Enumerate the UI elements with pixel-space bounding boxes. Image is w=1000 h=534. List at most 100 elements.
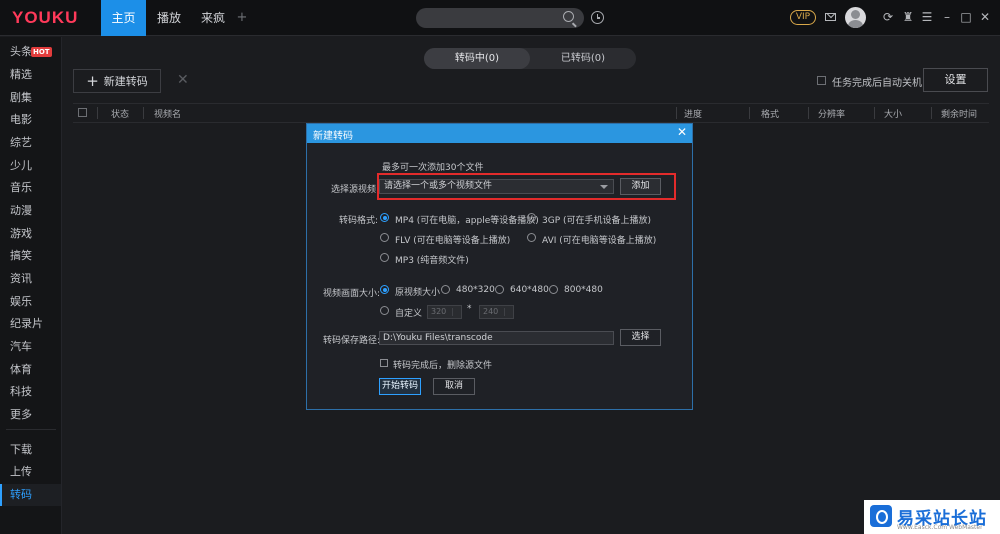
sidebar-item-transcode[interactable]: 转码 — [0, 484, 61, 506]
source-video-label: 选择源视频: — [331, 185, 380, 195]
sidebar-item-tech[interactable]: 科技 — [0, 381, 61, 403]
tab-converted[interactable]: 已转码(0) — [530, 48, 636, 69]
column-status[interactable]: 状态 — [111, 107, 129, 120]
new-transcode-label: 新建转码 — [103, 75, 148, 88]
column-video-name[interactable]: 视频名 — [154, 107, 181, 120]
delete-task-icon[interactable]: ✕ — [177, 72, 189, 88]
sidebar-item-variety[interactable]: 综艺 — [0, 132, 61, 154]
size-radio-custom[interactable] — [380, 306, 389, 315]
sidebar-item-music[interactable]: 音乐 — [0, 177, 61, 199]
custom-height-stepper[interactable]: 240 — [479, 305, 514, 319]
column-size[interactable]: 大小 — [884, 107, 902, 120]
column-divider — [931, 107, 932, 119]
add-tab-icon[interactable]: + — [235, 0, 249, 36]
browse-path-button[interactable]: 选择 — [620, 329, 661, 346]
sidebar-item-documentary[interactable]: 纪录片 — [0, 313, 61, 335]
new-transcode-dialog: 新建转码 ✕ 最多可一次添加30个文件 选择源视频: 请选择一个或多个视频文件 … — [306, 123, 693, 410]
sidebar-item-sports[interactable]: 体育 — [0, 359, 61, 381]
sidebar-divider — [6, 429, 56, 430]
column-divider — [808, 107, 809, 119]
column-divider — [749, 107, 750, 119]
custom-width-stepper[interactable]: 320 — [427, 305, 462, 319]
site-watermark-logo: 易采站长站 Www.Easck.Com WebMaster — [864, 500, 1000, 534]
format-option-avi[interactable]: AVI (可在电脑等设备上播放) — [542, 233, 656, 246]
column-resolution[interactable]: 分辨率 — [818, 107, 845, 120]
auto-shutdown-checkbox[interactable] — [817, 76, 826, 85]
sidebar-item-label: 头条 — [10, 45, 32, 58]
menu-icon[interactable]: ☰ — [921, 11, 933, 23]
sidebar-item-download[interactable]: 下载 — [0, 439, 61, 461]
sidebar-item-kids[interactable]: 少儿 — [0, 155, 61, 177]
format-option-mp4[interactable]: MP4 (可在电脑，apple等设备播放) — [395, 213, 539, 226]
dialog-close-icon[interactable]: ✕ — [677, 125, 687, 139]
sidebar-item-headlines[interactable]: 头条 HOT — [0, 41, 61, 63]
minimize-icon[interactable]: – — [941, 11, 953, 23]
video-size-label: 视频画面大小: — [323, 289, 381, 299]
size-option-480x320[interactable]: 480*320 — [456, 285, 495, 295]
size-radio-800x480[interactable] — [549, 285, 558, 294]
sidebar-item-movies[interactable]: 电影 — [0, 109, 61, 131]
format-option-mp3[interactable]: MP3 (纯音频文件) — [395, 253, 469, 266]
chevron-down-icon[interactable] — [600, 185, 608, 189]
custom-size-separator: * — [467, 304, 472, 314]
size-option-640x480[interactable]: 640*480 — [510, 285, 549, 295]
sidebar-item-anime[interactable]: 动漫 — [0, 200, 61, 222]
dialog-titlebar: 新建转码 ✕ — [307, 124, 692, 143]
maximize-icon[interactable]: □ — [960, 11, 972, 23]
column-remaining-time[interactable]: 剩余时间 — [941, 107, 977, 120]
tab-home[interactable]: 主页 — [101, 0, 146, 36]
format-radio-flv[interactable] — [380, 233, 389, 242]
sidebar-item-auto[interactable]: 汽车 — [0, 336, 61, 358]
size-option-800x480[interactable]: 800*480 — [564, 285, 603, 295]
format-option-3gp[interactable]: 3GP (可在手机设备上播放) — [542, 213, 651, 226]
mail-icon[interactable] — [825, 13, 836, 21]
new-transcode-button[interactable]: + 新建转码 — [73, 69, 161, 93]
plus-icon: + — [86, 72, 99, 90]
size-radio-480x320[interactable] — [441, 285, 450, 294]
add-file-button[interactable]: 添加 — [620, 178, 661, 195]
start-transcode-button[interactable]: 开始转码 — [379, 378, 421, 395]
vip-badge[interactable]: VIP — [790, 10, 816, 25]
format-radio-mp3[interactable] — [380, 253, 389, 262]
select-all-checkbox[interactable] — [78, 108, 87, 117]
source-video-select[interactable]: 请选择一个或多个视频文件 — [379, 179, 614, 194]
size-radio-original[interactable] — [380, 285, 389, 294]
format-radio-avi[interactable] — [527, 233, 536, 242]
sidebar-item-upload[interactable]: 上传 — [0, 461, 61, 483]
skin-icon[interactable]: ♜ — [902, 11, 914, 23]
search-icon[interactable] — [563, 11, 574, 22]
size-option-custom[interactable]: 自定义 — [395, 306, 422, 319]
column-progress[interactable]: 进度 — [684, 107, 702, 120]
tab-converting[interactable]: 转码中(0) — [424, 48, 530, 69]
column-divider — [676, 107, 677, 119]
sidebar-item-funny[interactable]: 搞笑 — [0, 245, 61, 267]
auto-shutdown-label: 任务完成后自动关机 — [832, 78, 922, 89]
column-divider — [97, 107, 98, 119]
youku-logo[interactable]: YOUKU — [12, 8, 78, 28]
refresh-icon[interactable]: ⟳ — [882, 11, 894, 23]
tab-laifeng[interactable]: 来疯 — [194, 0, 232, 36]
format-radio-mp4[interactable] — [380, 213, 389, 222]
avatar[interactable] — [845, 7, 866, 28]
watermark-emblem-icon — [870, 505, 892, 527]
settings-button[interactable]: 设置 — [923, 68, 988, 92]
save-path-field[interactable]: D:\Youku Files\transcode — [379, 331, 614, 345]
format-option-flv[interactable]: FLV (可在电脑等设备上播放) — [395, 233, 510, 246]
sidebar-item-more[interactable]: 更多 — [0, 404, 61, 426]
sidebar-item-series[interactable]: 剧集 — [0, 87, 61, 109]
sidebar-item-news[interactable]: 资讯 — [0, 268, 61, 290]
close-icon[interactable]: ✕ — [979, 11, 991, 23]
delete-source-checkbox[interactable] — [380, 359, 388, 367]
size-radio-640x480[interactable] — [495, 285, 504, 294]
size-option-original[interactable]: 原视频大小 — [395, 285, 440, 298]
sidebar-item-entertainment[interactable]: 娱乐 — [0, 291, 61, 313]
cancel-button[interactable]: 取消 — [433, 378, 475, 395]
save-path-label: 转码保存路径: — [323, 336, 381, 346]
column-format[interactable]: 格式 — [761, 107, 779, 120]
tab-play[interactable]: 播放 — [150, 0, 188, 36]
format-radio-3gp[interactable] — [527, 213, 536, 222]
history-icon[interactable] — [591, 11, 604, 24]
sidebar-item-games[interactable]: 游戏 — [0, 223, 61, 245]
search-input[interactable] — [416, 8, 584, 28]
sidebar-item-featured[interactable]: 精选 — [0, 64, 61, 86]
